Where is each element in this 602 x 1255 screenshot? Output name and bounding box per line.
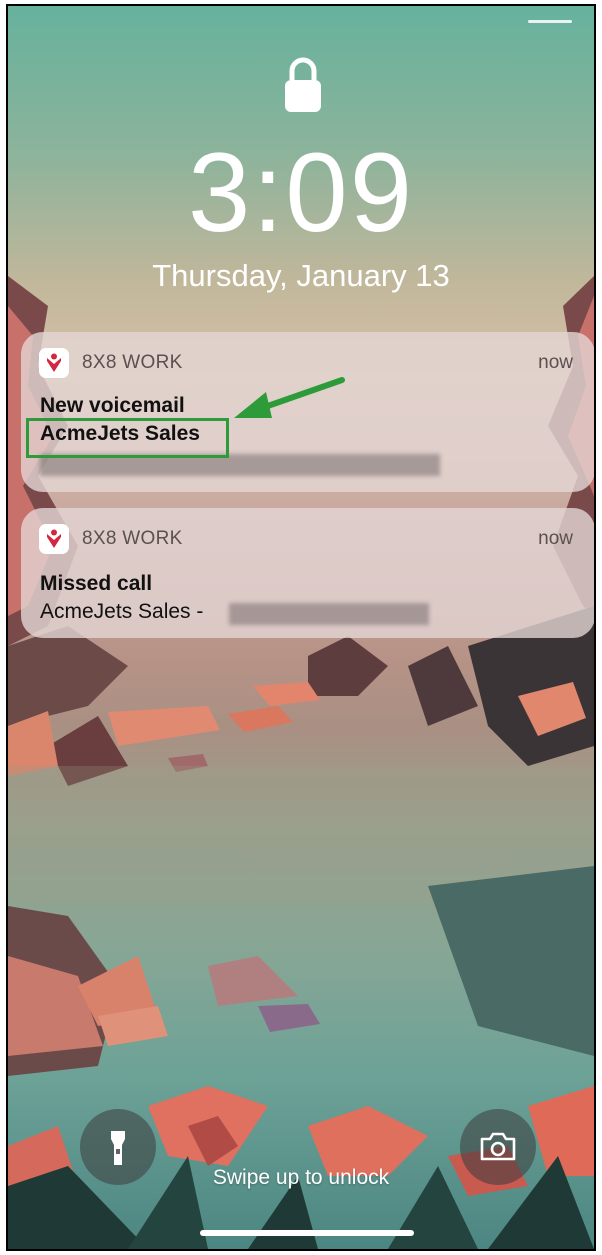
- highlight-box: [26, 418, 229, 458]
- lock-icon: [285, 57, 321, 112]
- notification-title: New voicemail: [40, 394, 185, 417]
- swipe-to-unlock-label: Swipe up to unlock: [212, 1166, 390, 1189]
- 8x8-app-icon: [39, 348, 69, 378]
- notification-app-name: 8X8 WORK: [82, 352, 183, 373]
- notification-body: AcmeJets Sales -: [40, 600, 204, 623]
- notification-time: now: [538, 528, 573, 549]
- redacted-text: [229, 603, 429, 625]
- lock-date: Thursday, January 13: [152, 258, 450, 293]
- lock-clock: 3:09: [188, 130, 414, 255]
- lock-screen: 3:09 Thursday, January 13 8X8 WORK now N…: [8, 6, 594, 1249]
- notification-missed-call[interactable]: 8X8 WORK now Missed call AcmeJets Sales …: [21, 508, 594, 638]
- status-indicator: [528, 20, 572, 23]
- notification-app-name: 8X8 WORK: [82, 528, 183, 549]
- annotation-arrow: [234, 377, 345, 418]
- notification-title: Missed call: [40, 572, 153, 595]
- notification-time: now: [538, 352, 573, 373]
- 8x8-app-icon: [39, 524, 69, 554]
- home-indicator[interactable]: [200, 1230, 414, 1236]
